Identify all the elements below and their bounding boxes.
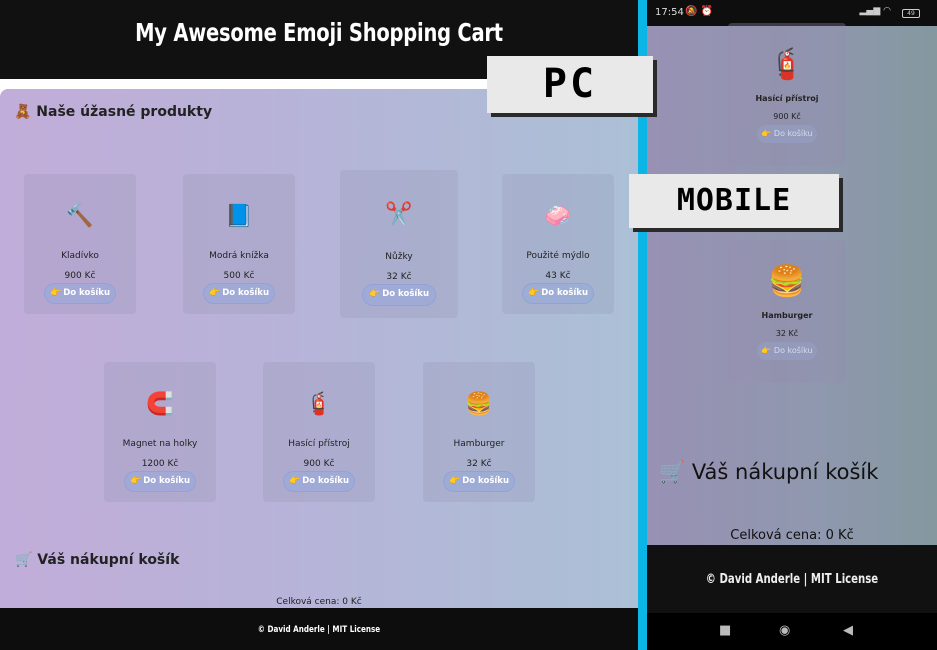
add-to-cart-label: Do košíku	[143, 476, 190, 486]
pointing-hand-icon: 👉	[288, 476, 301, 486]
product-name: Použité mýdlo	[526, 251, 590, 261]
mobile-footer: © David Anderle | MIT License	[647, 545, 937, 613]
product-price: 1200 Kč	[141, 459, 179, 469]
add-to-cart-button[interactable]: 👉 Do košíku	[44, 283, 116, 304]
product-name: Magnet na holky	[122, 439, 198, 449]
product-name: Modrá knížka	[209, 251, 269, 261]
hamburger-icon: 🍔	[768, 264, 806, 299]
add-to-cart-button[interactable]: 👉 Do košíku	[203, 283, 275, 304]
product-card: 📘 Modrá knížka 500 Kč 👉 Do košíku	[183, 174, 295, 314]
pc-footer: © David Anderle | MIT License	[0, 608, 638, 650]
product-card: 🔨 Kladívko 900 Kč 👉 Do košíku	[24, 174, 136, 314]
product-card: 🧲 Magnet na holky 1200 Kč 👉 Do košíku	[104, 362, 216, 502]
product-card: 🍔 Hamburger 32 Kč 👉 Do košíku	[423, 362, 535, 502]
product-name: Hamburger	[453, 439, 505, 449]
add-to-cart-label: Do košíku	[541, 288, 588, 298]
status-time: 17:54	[655, 7, 684, 18]
cart-section-title: 🛒 Váš nákupní košík	[15, 552, 180, 568]
blue-book-icon: 📘	[225, 204, 253, 229]
add-to-cart-button[interactable]: 👉 Do košíku	[522, 283, 594, 304]
pointing-hand-icon: 👉	[129, 476, 142, 486]
pointing-hand-icon: 👉	[527, 288, 540, 298]
add-to-cart-label: Do košíku	[382, 289, 429, 299]
product-card: 🍔 Hamburger 32 Kč 👉 Do košíku	[728, 240, 846, 383]
add-to-cart-label: Do košíku	[222, 288, 269, 298]
android-nav-bar: ■ ◉ ◀	[647, 613, 937, 650]
product-card: 🧯 Hasící přístroj 900 Kč 👉 Do košíku	[728, 23, 846, 166]
pointing-hand-icon: 👉	[761, 346, 772, 355]
hamburger-icon: 🍔	[465, 392, 493, 417]
add-to-cart-button[interactable]: 👉 Do košíku	[362, 284, 436, 306]
add-to-cart-button[interactable]: 👉 Do košíku	[283, 471, 355, 492]
add-to-cart-label: Do košíku	[302, 476, 349, 486]
mobile-view: 17:54 🔕 ⏰ ▂▄▆ ◠ 49 🧯 Hasící přístroj 900…	[647, 0, 937, 650]
product-price: 43 Kč	[545, 271, 571, 281]
recents-button-icon[interactable]: ■	[719, 623, 731, 638]
pointing-hand-icon: 👉	[49, 288, 62, 298]
add-to-cart-label: Do košíku	[462, 476, 509, 486]
product-price: 500 Kč	[223, 271, 255, 281]
footer-text: © David Anderle | MIT License	[257, 625, 381, 635]
home-button-icon[interactable]: ◉	[779, 623, 790, 638]
soap-icon: 🧼	[544, 204, 572, 229]
product-price: 900 Kč	[303, 459, 335, 469]
back-button-icon[interactable]: ◀	[843, 623, 853, 638]
product-name: Hasící přístroj	[755, 94, 819, 103]
pointing-hand-icon: 👉	[208, 288, 221, 298]
add-to-cart-label: Do košíku	[773, 129, 813, 138]
pointing-hand-icon: 👉	[448, 476, 461, 486]
fire-extinguisher-icon: 🧯	[768, 47, 806, 82]
hammer-icon: 🔨	[66, 204, 94, 229]
add-to-cart-button[interactable]: 👉 Do košíku	[443, 471, 515, 492]
product-price: 32 Kč	[466, 459, 492, 469]
add-to-cart-label: Do košíku	[63, 288, 110, 298]
page-title: My Awesome Emoji Shopping Cart	[135, 18, 503, 47]
product-price: 32 Kč	[775, 329, 799, 338]
battery-icon: 49	[902, 9, 920, 18]
pc-main-area	[0, 89, 638, 608]
fire-extinguisher-icon: 🧯	[305, 392, 333, 417]
product-card: 🧼 Použité mýdlo 43 Kč 👉 Do košíku	[502, 174, 614, 314]
cart-total: Celková cena: 0 Kč	[276, 597, 362, 607]
add-to-cart-button[interactable]: 👉 Do košíku	[757, 342, 817, 360]
scissors-icon: ✂️	[385, 202, 413, 227]
add-to-cart-button[interactable]: 👉 Do košíku	[757, 125, 817, 143]
product-price: 900 Kč	[64, 271, 96, 281]
add-to-cart-label: Do košíku	[773, 346, 813, 355]
magnet-icon: 🧲	[146, 392, 174, 417]
add-to-cart-button[interactable]: 👉 Do košíku	[124, 471, 196, 492]
pointing-hand-icon: 👉	[761, 129, 772, 138]
product-name: Kladívko	[61, 251, 99, 261]
product-name: Nůžky	[385, 252, 413, 262]
notification-icons: 🔕 ⏰	[685, 6, 714, 17]
product-card: 🧯 Hasící přístroj 900 Kč 👉 Do košíku	[263, 362, 375, 502]
product-price: 32 Kč	[386, 272, 412, 282]
product-name: Hasící přístroj	[288, 439, 350, 449]
signal-wifi-icon: ▂▄▆ ◠	[859, 6, 891, 16]
product-name: Hamburger	[761, 311, 813, 320]
pc-label: PC	[487, 56, 653, 113]
product-card: ✂️ Nůžky 32 Kč 👉 Do košíku	[340, 170, 458, 318]
footer-text: © David Anderle | MIT License	[705, 572, 879, 587]
pointing-hand-icon: 👉	[368, 289, 381, 299]
mobile-label: MOBILE	[629, 174, 839, 228]
product-price: 900 Kč	[773, 112, 801, 121]
cart-section-title: 🛒 Váš nákupní košík	[659, 460, 879, 484]
cart-total: Celková cena: 0 Kč	[730, 528, 854, 543]
products-section-title: 🧸 Naše úžasné produkty	[14, 104, 213, 120]
